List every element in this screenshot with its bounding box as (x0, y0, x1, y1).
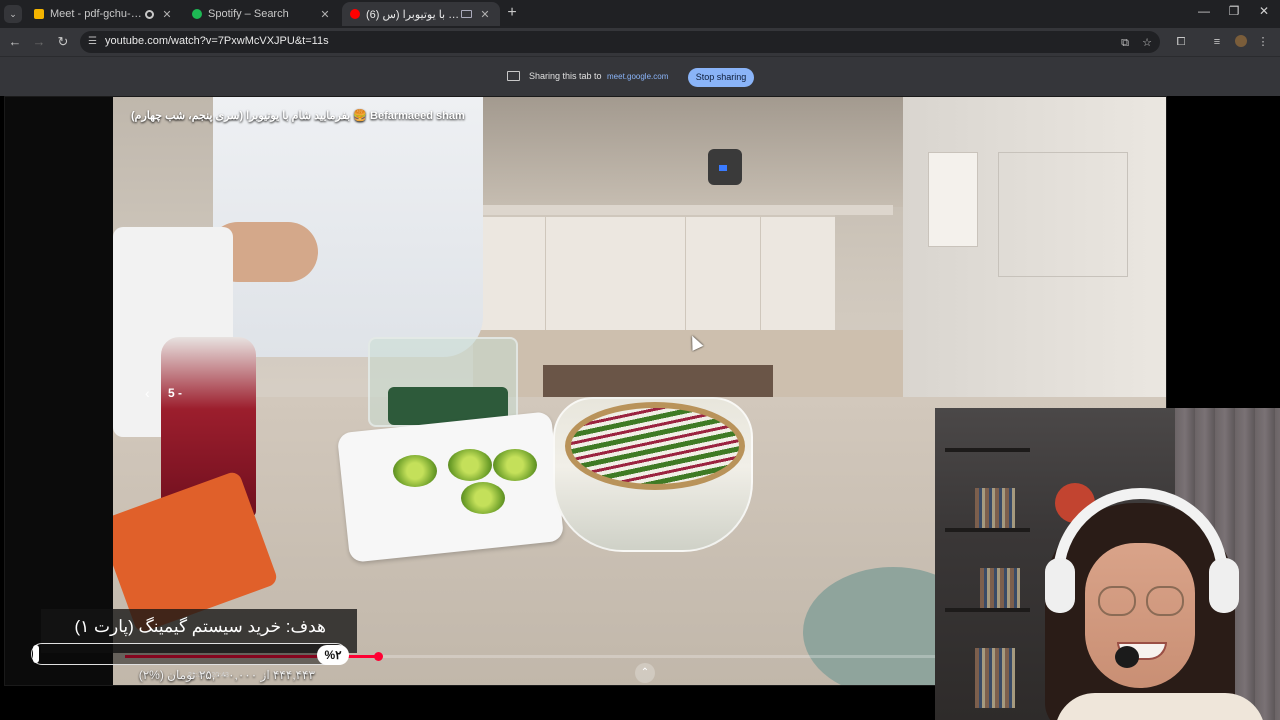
sharing-tab-icon (461, 10, 472, 18)
tab-spotify[interactable]: Spotify – Search ✕ (184, 2, 340, 26)
media-controls-icon[interactable]: ≡ (1210, 35, 1224, 49)
address-bar[interactable]: ☰ youtube.com/watch?v=7PxwMcVXJPU&t=11s … (80, 31, 1160, 53)
reload-button[interactable]: ↻ (55, 34, 71, 50)
tab-youtube[interactable]: (6) بفرمایید شام با یوتیوبرا (س... ✕ (342, 2, 500, 26)
close-tab-icon[interactable]: ✕ (318, 8, 332, 21)
goal-amount: ۴۴۴,۴۴۳ از ۲۵,۰۰۰,۰۰۰ تومان (%۲) (138, 668, 315, 682)
cast-icon[interactable]: ⧉ (1118, 36, 1132, 50)
cabinet-door (545, 217, 546, 332)
menu-icon[interactable]: ⋮ (1256, 35, 1270, 49)
tab-search-icon[interactable]: ⌄ (4, 5, 22, 23)
profile-avatar[interactable] (1235, 35, 1247, 47)
shelf (945, 448, 1030, 452)
close-window-button[interactable]: ✕ (1254, 4, 1274, 18)
page-viewport: بفرمایید شام با یوتیوبرا (سری پنجم، شب چ… (0, 96, 1280, 720)
google-meet-icon (34, 9, 44, 19)
site-info-icon[interactable]: ☰ (88, 36, 98, 48)
kitchen-cabinets (475, 215, 835, 332)
headset-ear-left (1045, 558, 1075, 613)
goal-percent-badge: %۲ (317, 645, 349, 665)
recording-icon (145, 9, 154, 19)
new-tab-button[interactable]: + (504, 5, 520, 21)
fridge-panel (998, 152, 1128, 277)
fridge-dispenser (928, 152, 978, 247)
chevron-up-icon[interactable]: ⌃ (635, 663, 655, 683)
goal-title: هدف: خرید سیستم گیمینگ (پارت ۱) (74, 617, 326, 636)
close-tab-icon[interactable]: ✕ (160, 8, 174, 21)
chevron-left-icon[interactable]: ‹ (145, 385, 150, 401)
bottom-bar (0, 686, 935, 720)
shelf (945, 608, 1030, 612)
url-text[interactable]: youtube.com/watch?v=7PxwMcVXJPU&t=11s (105, 35, 329, 47)
forward-button[interactable]: → (31, 34, 47, 50)
books (980, 568, 1020, 608)
previous-count: 5 - (168, 386, 183, 400)
goal-progress-track (31, 643, 347, 665)
tab-sharing-bar: Sharing this tab to meet.google.com Stop… (0, 56, 1280, 96)
shelf (945, 528, 1030, 532)
books (975, 488, 1015, 528)
spotify-icon (192, 9, 202, 19)
salad-topping (565, 402, 745, 490)
bookmark-star-icon[interactable]: ☆ (1140, 36, 1154, 50)
lime-slice (461, 482, 505, 514)
headset-ear-right (1209, 558, 1239, 613)
back-button[interactable]: ← (7, 34, 23, 50)
extensions-icon[interactable]: ⧠ (1174, 35, 1188, 49)
tab-meet[interactable]: Meet - pdf-gchu-vdp ✕ (26, 2, 182, 26)
webcam-overlay (935, 408, 1280, 720)
tab-title: (6) بفرمایید شام با یوتیوبرا (س... (366, 8, 461, 21)
maximize-button[interactable]: ❐ (1224, 4, 1244, 18)
sharing-label: Sharing this tab to (529, 71, 602, 81)
stop-sharing-button[interactable]: Stop sharing (688, 68, 754, 87)
tab-title: Spotify – Search (208, 8, 289, 20)
close-tab-icon[interactable]: ✕ (478, 8, 492, 21)
tab-strip: ⌄ Meet - pdf-gchu-vdp ✕ Spotify – Search… (0, 0, 1280, 28)
tab-title: Meet - pdf-gchu-vdp (50, 8, 145, 20)
cooker-light (719, 165, 727, 171)
books (975, 648, 1015, 708)
cabinet-door (685, 217, 686, 332)
person-shirt (1055, 693, 1265, 720)
lime-slice (448, 449, 492, 481)
browser-toolbar: ← → ↻ ☰ youtube.com/watch?v=7PxwMcVXJPU&… (0, 28, 1280, 56)
video-title[interactable]: بفرمایید شام با یوتیوبرا (سری پنجم، شب چ… (131, 109, 465, 122)
cabinet-door (760, 217, 761, 332)
video-scrubber-knob[interactable] (374, 652, 383, 661)
minimize-button[interactable]: — (1194, 4, 1214, 18)
goal-progress-fill (33, 645, 39, 663)
screen-share-icon (507, 71, 520, 81)
lime-slice (493, 449, 537, 481)
headset-microphone (1115, 646, 1139, 668)
back-counter (473, 205, 893, 215)
youtube-icon (350, 9, 360, 19)
sharing-domain-link[interactable]: meet.google.com (607, 72, 668, 81)
plate (336, 411, 565, 563)
lime-slice (393, 455, 437, 487)
